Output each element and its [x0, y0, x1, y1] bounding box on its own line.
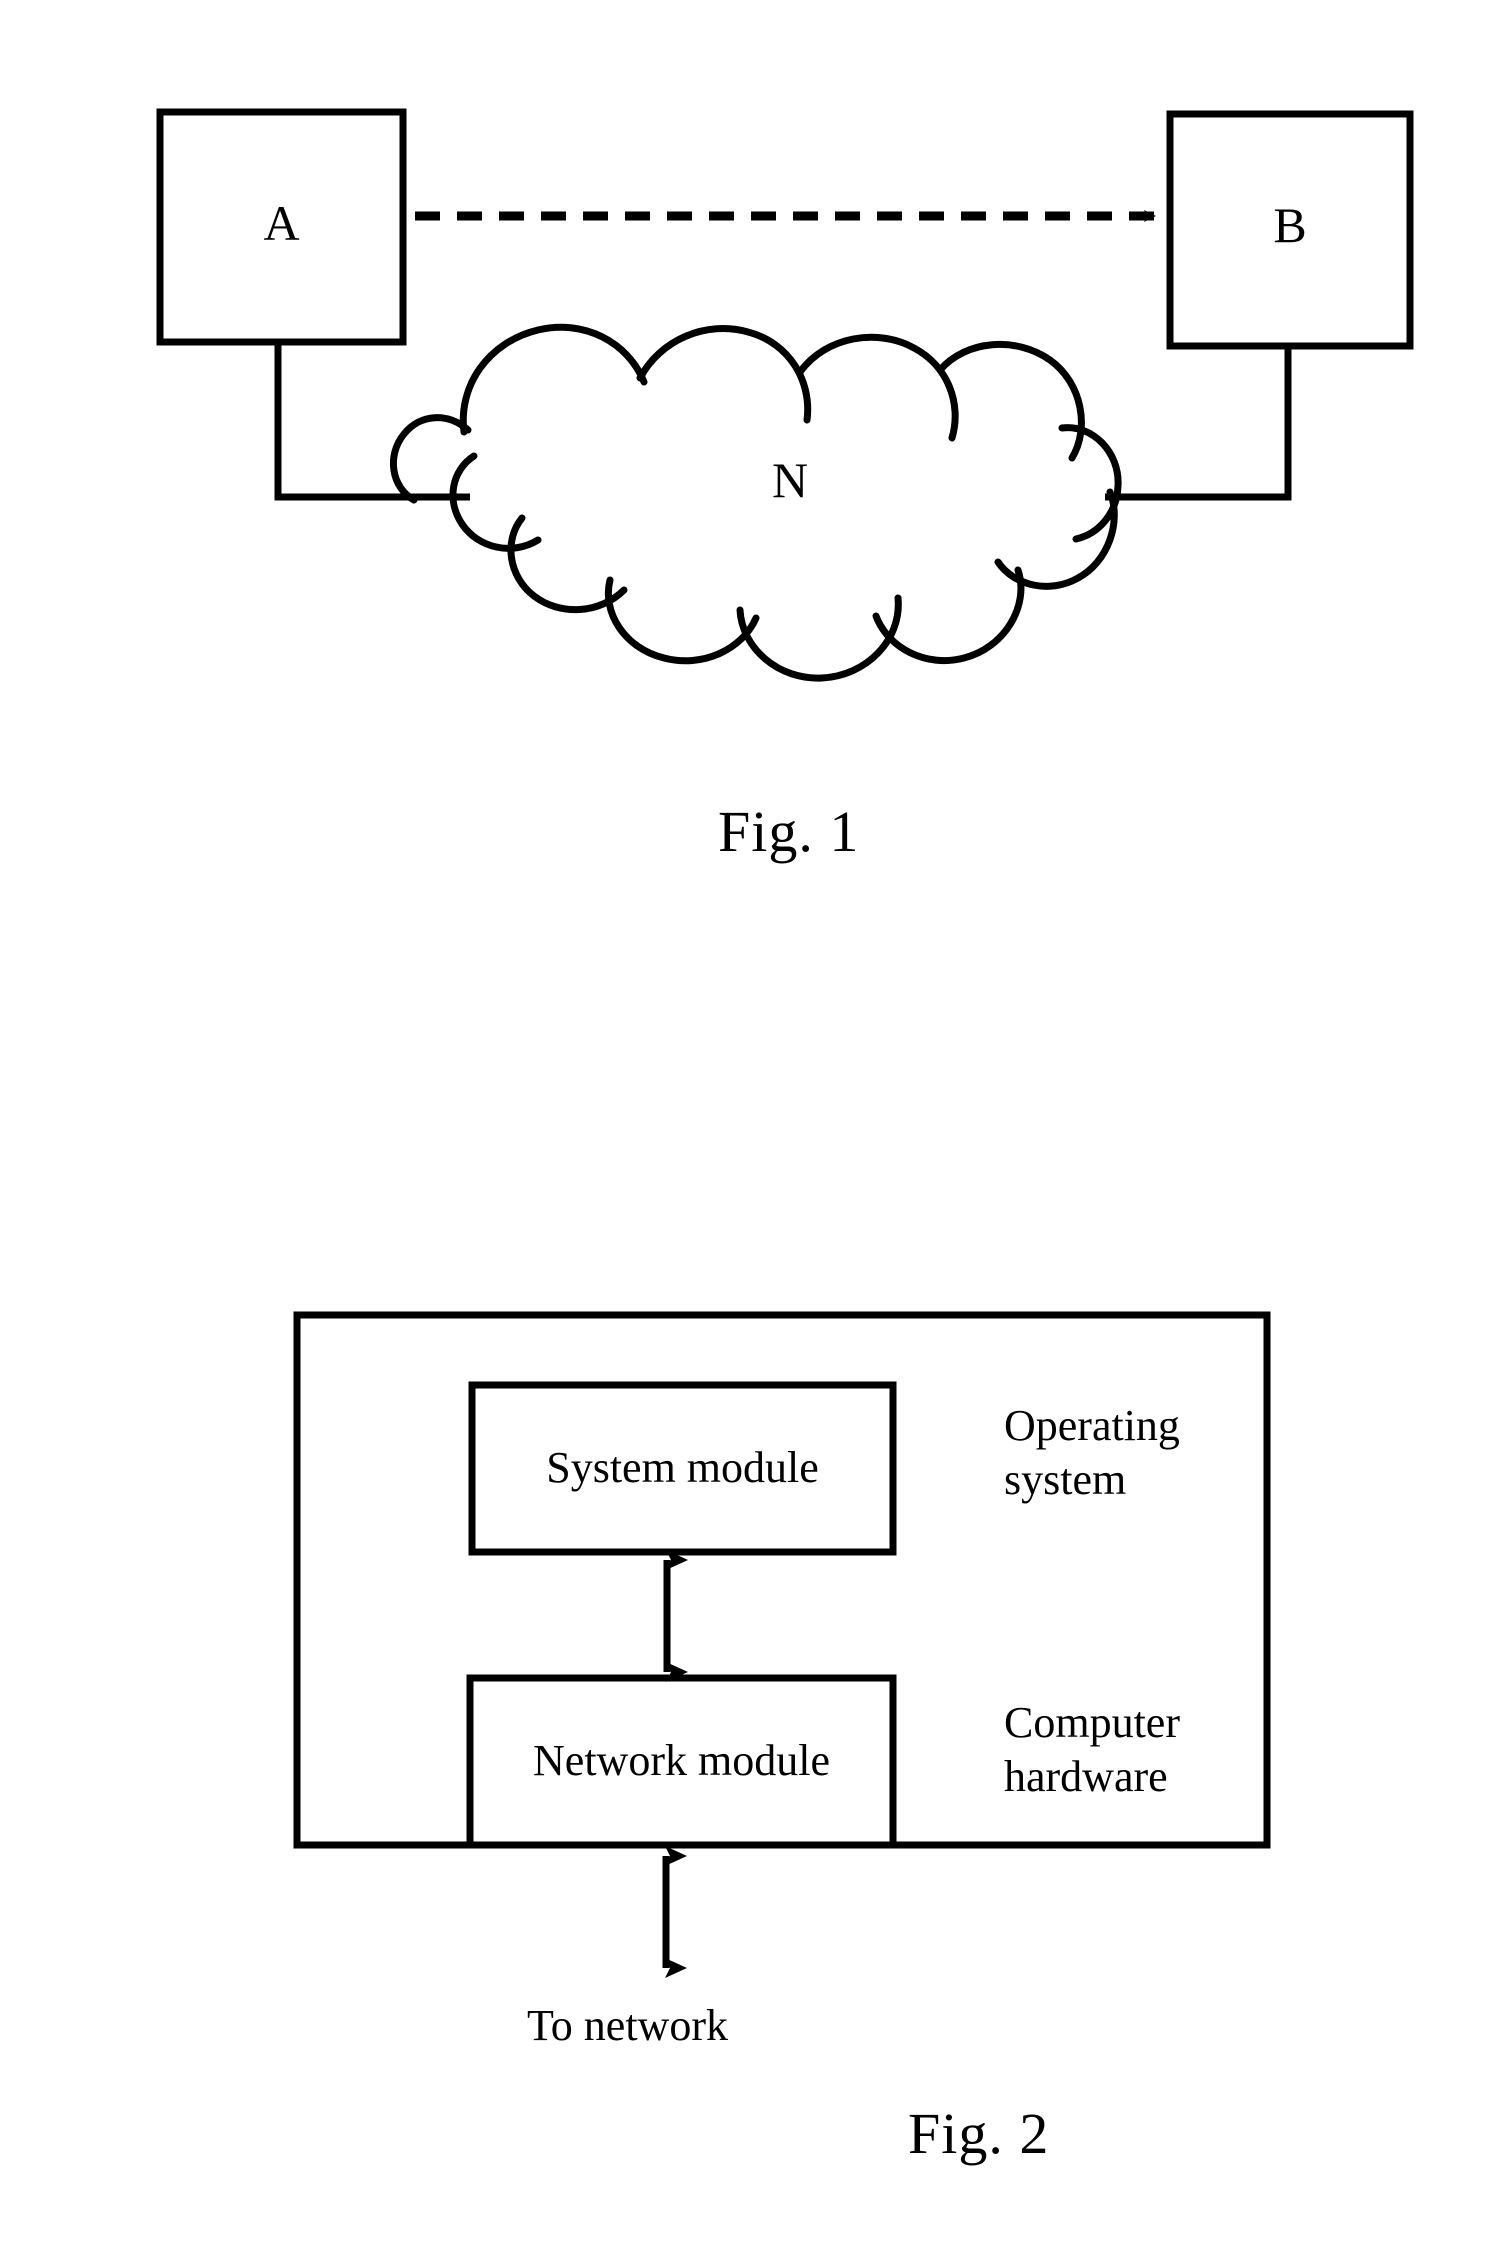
computer-hardware-label-line2: hardware [1004, 1752, 1168, 1801]
figure-2-caption: Fig. 2 [908, 2101, 1050, 2166]
patent-drawing-page: A B N Fig. 1 System module Network modul… [0, 0, 1509, 2246]
connector-cloud-to-b [1105, 346, 1292, 501]
network-module-label: Network module [533, 1736, 830, 1785]
system-module-label: System module [546, 1443, 819, 1492]
node-a-label: A [263, 195, 300, 251]
figure-1-caption: Fig. 1 [718, 799, 860, 864]
node-b-label: B [1273, 197, 1307, 253]
figures-vector-layer [156, 108, 1414, 1978]
operating-system-label-line1: Operating [1004, 1401, 1180, 1450]
operating-system-label-line2: system [1004, 1455, 1127, 1504]
cloud-n-label: N [771, 452, 809, 508]
computer-hardware-label-line1: Computer [1004, 1698, 1180, 1747]
to-network-label: To network [527, 2001, 728, 2050]
